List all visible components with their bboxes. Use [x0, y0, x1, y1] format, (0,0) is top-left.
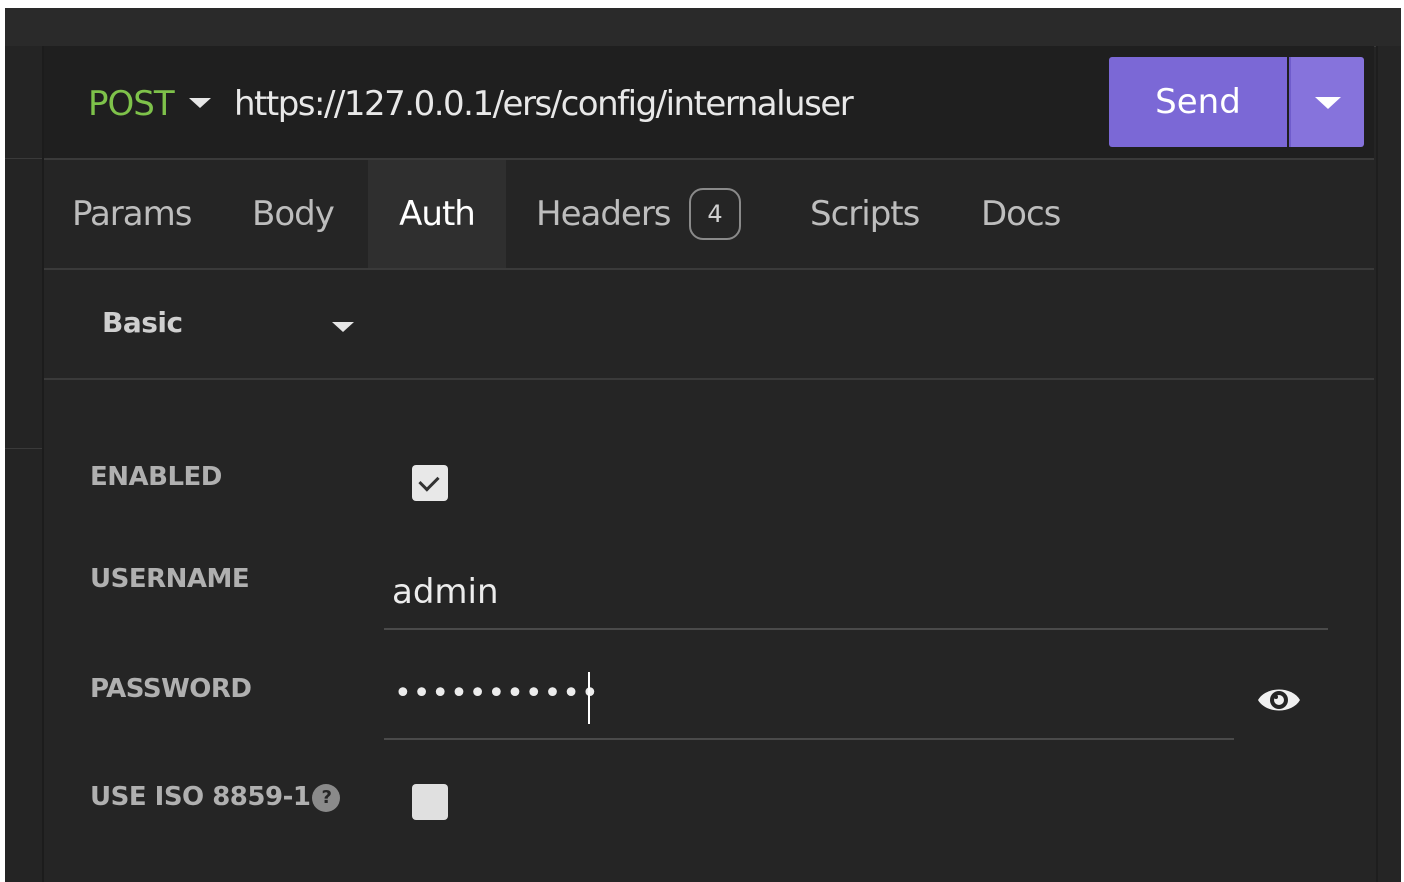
tab-params[interactable]: Params — [72, 160, 202, 268]
iso-label: USE ISO 8859-1? — [90, 782, 341, 812]
tab-docs[interactable]: Docs — [981, 160, 1081, 268]
help-icon[interactable]: ? — [312, 783, 341, 812]
auth-type-label: Basic — [102, 306, 183, 339]
tab-label: Docs — [981, 194, 1061, 234]
auth-form: ENABLED USERNAME PASSWORD ••••••••••• US… — [44, 380, 1374, 882]
tab-label: Params — [72, 194, 192, 234]
left-sidebar-gutter — [5, 46, 44, 882]
http-method-selector[interactable]: POST — [88, 84, 175, 124]
app-window: POST Send Params Body Auth Headers 4 Scr… — [5, 8, 1401, 882]
request-tabs: Params Body Auth Headers 4 Scripts Docs — [44, 160, 1374, 270]
right-sidebar-gutter — [1376, 46, 1401, 882]
password-value: ••••••••••• — [394, 676, 600, 711]
checkmark-icon — [418, 470, 440, 492]
username-field[interactable] — [384, 556, 1328, 630]
send-options-button[interactable] — [1289, 57, 1364, 147]
top-strip — [5, 8, 1401, 47]
tab-label: Auth — [399, 194, 476, 234]
tab-body[interactable]: Body — [252, 160, 352, 268]
tab-label: Headers — [536, 194, 672, 234]
headers-count-badge: 4 — [688, 188, 741, 240]
text-cursor — [588, 672, 590, 724]
url-input[interactable] — [234, 82, 1094, 126]
enabled-checkbox[interactable] — [412, 465, 448, 501]
caret-down-icon[interactable] — [189, 98, 211, 108]
tab-auth[interactable]: Auth — [368, 160, 506, 268]
username-label: USERNAME — [90, 564, 250, 594]
enabled-label: ENABLED — [90, 462, 222, 492]
send-button[interactable]: Send — [1109, 57, 1287, 147]
tab-label: Scripts — [810, 194, 920, 234]
iso-checkbox[interactable] — [412, 784, 448, 820]
url-bar: POST Send — [44, 46, 1374, 160]
caret-down-icon — [332, 322, 354, 332]
gutter-divider — [5, 448, 42, 449]
password-label: PASSWORD — [90, 674, 252, 704]
tab-headers[interactable]: Headers 4 — [536, 160, 766, 268]
gutter-divider — [5, 158, 42, 159]
tab-label: Body — [252, 194, 335, 234]
caret-down-icon — [1315, 97, 1341, 109]
tab-scripts[interactable]: Scripts — [810, 160, 940, 268]
eye-icon[interactable] — [1256, 680, 1302, 720]
iso-label-text: USE ISO 8859-1 — [90, 782, 311, 812]
auth-type-selector[interactable]: Basic — [44, 270, 1374, 380]
